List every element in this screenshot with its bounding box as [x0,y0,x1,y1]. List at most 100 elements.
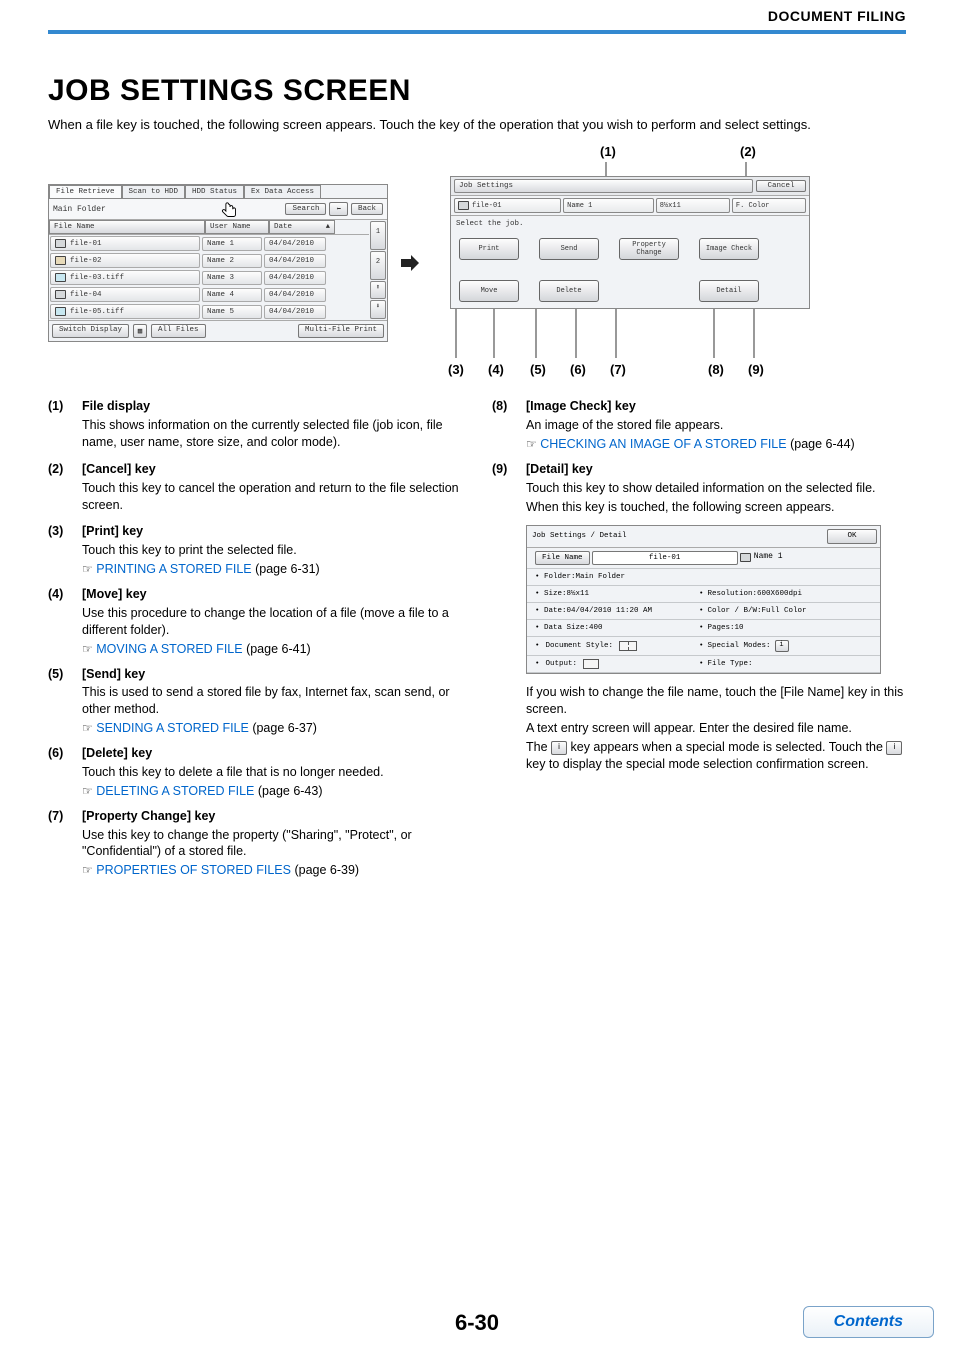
item-text: Touch this key to print the selected fil… [82,542,462,559]
callout-5: (5) [530,362,546,377]
table-row[interactable]: file-05.tiff Name 5 04/04/2010 [49,303,369,320]
job-icon [55,290,66,299]
detail-folder: Folder:Main Folder [544,573,625,581]
item-text: When this key is touched, the following … [526,499,906,516]
xref-link[interactable]: SENDING A STORED FILE [96,721,249,735]
status-file: file-01 [472,202,501,210]
send-button[interactable]: Send [539,238,599,260]
pager-down-button[interactable]: ⬇ [370,300,386,319]
detail-date: Date:04/04/2010 11:20 AM [544,607,652,615]
xref-icon: ☞ [82,642,93,656]
item-num: (7) [48,808,82,880]
file-date: 04/04/2010 [264,254,326,268]
pager-total: 2 [370,251,386,280]
item-title: File display [82,398,462,415]
back-arrow-button[interactable]: ⬅ [329,202,348,216]
item-title: [Send] key [82,666,462,683]
item-text: Touch this key to delete a file that is … [82,764,462,781]
tab-scan-to-hdd[interactable]: Scan to HDD [122,185,186,198]
table-row[interactable]: file-01 Name 1 04/04/2010 [49,235,369,252]
table-row[interactable]: file-02 Name 2 04/04/2010 [49,252,369,269]
job-icon [55,273,66,282]
col-file-name[interactable]: File Name [49,220,205,234]
item-num: (3) [48,523,82,578]
tab-ex-data-access[interactable]: Ex Data Access [244,185,321,198]
detail-button[interactable]: Detail [699,280,759,302]
job-icon [55,256,66,265]
pager-up-button[interactable]: ⬆ [370,281,386,300]
file-name-value: file-01 [592,551,738,565]
file-name: file-01 [70,240,102,248]
item-num: (8) [492,398,526,453]
cancel-button[interactable]: Cancel [756,180,806,192]
txt: key to display the special mode selectio… [526,757,869,771]
xref-link[interactable]: PROPERTIES OF STORED FILES [96,863,291,877]
item-title: [Print] key [82,523,462,540]
file-user: Name 5 [202,305,262,319]
job-icon [458,201,469,210]
item-title: [Property Change] key [82,808,462,825]
property-change-button[interactable]: Property Change [619,238,679,260]
item-num: (4) [48,586,82,658]
file-user: Name 3 [202,271,262,285]
job-icon [55,307,66,316]
file-user: Name 1 [202,237,262,251]
xref-icon: ☞ [82,863,93,877]
item-num: (6) [48,745,82,800]
multi-file-print-button[interactable]: Multi-File Print [298,324,384,338]
all-files-button[interactable]: All Files [151,324,206,338]
txt: key appears when a special mode is selec… [567,740,886,754]
page-title: JOB SETTINGS SCREEN [48,74,906,108]
tab-hdd-status[interactable]: HDD Status [185,185,244,198]
job-settings-screen: Job Settings Cancel file-01 Name 1 8½x11… [450,176,810,309]
item-text: Touch this key to cancel the operation a… [82,480,462,514]
switch-display-button[interactable]: Switch Display [52,324,129,338]
xref-page: (page 6-44) [787,437,855,451]
output-icon [583,659,599,669]
detail-title: Job Settings / Detail [530,531,827,541]
file-name-button[interactable]: File Name [535,551,590,565]
print-button[interactable]: Print [459,238,519,260]
item-num: (9) [492,461,526,775]
post-text: The i key appears when a special mode is… [526,739,906,773]
xref-page: (page 6-43) [254,784,322,798]
txt: The [526,740,551,754]
xref-page: (page 6-39) [291,863,359,877]
table-row[interactable]: file-04 Name 4 04/04/2010 [49,286,369,303]
item-text: Touch this key to show detailed informat… [526,480,906,497]
search-button[interactable]: Search [285,203,326,215]
file-list-screen: File Retrieve Scan to HDD HDD Status Ex … [48,184,388,342]
item-title: [Move] key [82,586,462,603]
xref-link[interactable]: CHECKING AN IMAGE OF A STORED FILE [540,437,786,451]
delete-button[interactable]: Delete [539,280,599,302]
col-date-label: Date [274,223,292,231]
contents-button[interactable]: Contents [803,1306,934,1338]
xref-page: (page 6-31) [252,562,320,576]
file-name: file-03.tiff [70,274,124,282]
back-button[interactable]: Back [351,203,383,215]
thumbnail-toggle-icon[interactable]: ▦ [133,324,147,338]
table-row[interactable]: file-03.tiff Name 3 04/04/2010 [49,269,369,286]
special-mode-info-icon[interactable]: i [775,640,789,652]
col-date[interactable]: Date ▲ [269,220,335,234]
detail-output: Output: [546,659,578,669]
xref-link[interactable]: PRINTING A STORED FILE [96,562,251,576]
image-check-button[interactable]: Image Check [699,238,759,260]
sort-asc-icon: ▲ [326,223,330,231]
file-name: file-04 [70,291,102,299]
xref-link[interactable]: MOVING A STORED FILE [96,642,242,656]
detail-special: Special Modes: [708,641,771,651]
xref-link[interactable]: DELETING A STORED FILE [96,784,254,798]
ok-button[interactable]: OK [827,529,877,543]
callout-8: (8) [708,362,724,377]
xref-icon: ☞ [82,562,93,576]
pager-current: 1 [370,221,386,250]
xref-icon: ☞ [82,784,93,798]
tab-file-retrieve[interactable]: File Retrieve [49,185,122,198]
arrow-right-icon [396,250,422,276]
move-button[interactable]: Move [459,280,519,302]
item-text: This is used to send a stored file by fa… [82,684,462,718]
detail-docstyle: Document Style: [546,641,614,651]
file-user: Name 4 [202,288,262,302]
status-user: Name 1 [563,198,654,213]
